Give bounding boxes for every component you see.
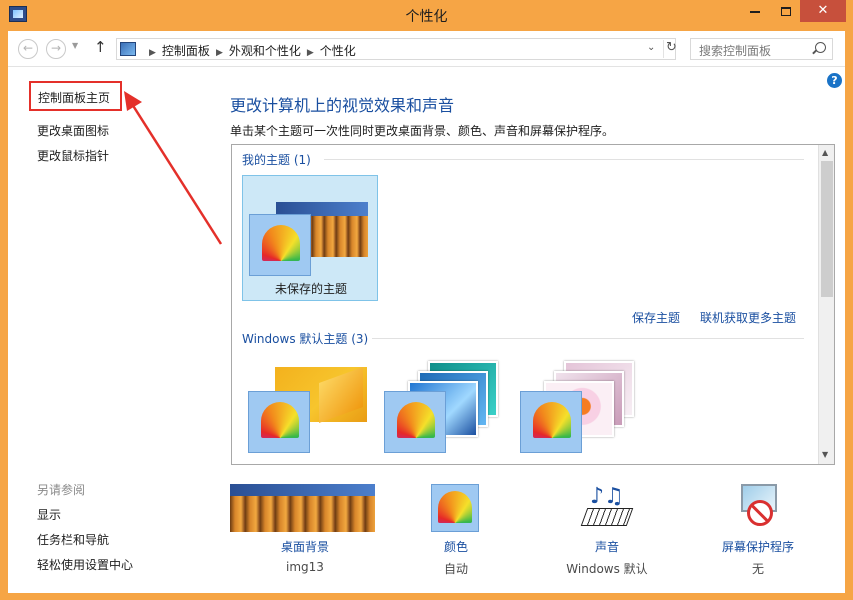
annotation-arrow [124,91,223,245]
annotation-arrow-head [124,91,142,111]
personalization-window: 个性化 ✕ ← → ▼ ↑ ▶ 控制面板 ▶ 外观和个性化 ▶ 个性化 ⌄ ↻ 搜索控制面… [0,0,853,600]
annotation-arrow-line [130,103,223,245]
